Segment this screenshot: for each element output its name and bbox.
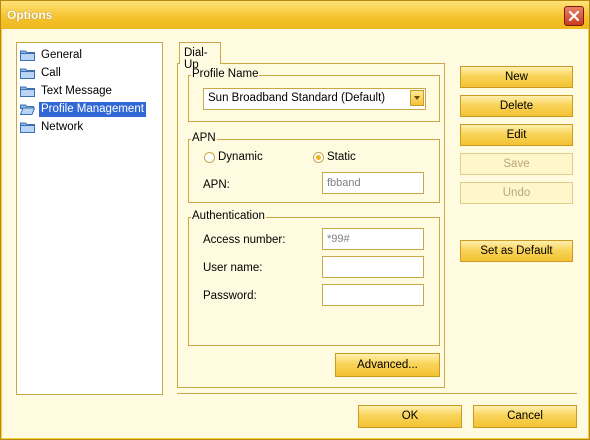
apn-label: APN:: [203, 179, 230, 191]
tree-item-text-message[interactable]: Text Message: [20, 83, 114, 99]
authentication-legend: Authentication: [191, 210, 266, 222]
advanced-button-label: Advanced...: [357, 359, 418, 371]
title-bar[interactable]: Options: [1, 1, 589, 29]
edit-button[interactable]: Edit: [460, 124, 573, 146]
chevron-down-icon: [414, 96, 420, 100]
divider: [177, 393, 577, 394]
new-button-label: New: [504, 71, 528, 83]
save-button-label: Save: [503, 158, 530, 170]
tree-item-label: Network: [41, 120, 84, 133]
tree-item-call[interactable]: Call: [20, 65, 63, 81]
apn-group: APN Dynamic Static APN: fbband: [188, 132, 440, 203]
tree-item-profile-management[interactable]: Profile Management: [20, 101, 146, 117]
edit-button-label: Edit: [506, 129, 527, 141]
access-number-field[interactable]: *99#: [322, 228, 424, 250]
tab-dial-up[interactable]: Dial-Up: [179, 42, 221, 71]
dynamic-radio-label: Dynamic: [218, 151, 263, 163]
undo-button-label: Undo: [502, 187, 531, 199]
access-number-label: Access number:: [203, 234, 286, 246]
radio-circle-selected: [313, 151, 324, 163]
dialog-body: General Call Text Message Profile Manage…: [2, 29, 588, 438]
folder-icon: [20, 86, 35, 97]
tree-item-label: Profile Management: [39, 101, 146, 117]
folder-icon: [20, 68, 35, 79]
cancel-button-label: Cancel: [507, 410, 543, 422]
tree-item-general[interactable]: General: [20, 47, 84, 63]
folder-icon: [20, 122, 35, 133]
static-radio[interactable]: Static: [313, 151, 356, 163]
window-title: Options: [7, 8, 53, 22]
set-as-default-button[interactable]: Set as Default: [460, 240, 573, 262]
delete-button-label: Delete: [499, 100, 534, 112]
tree-item-label: Call: [41, 66, 61, 79]
close-icon: [568, 10, 580, 22]
access-number-value: *99#: [327, 233, 350, 245]
undo-button[interactable]: Undo: [460, 182, 573, 204]
dropdown-button[interactable]: [410, 90, 424, 106]
advanced-button[interactable]: Advanced...: [335, 353, 440, 377]
save-button[interactable]: Save: [460, 153, 573, 175]
tree-item-label: Text Message: [41, 84, 112, 97]
apn-legend: APN: [191, 132, 217, 144]
user-name-label: User name:: [203, 262, 263, 274]
password-field[interactable]: [322, 284, 424, 306]
new-button[interactable]: New: [460, 66, 573, 88]
apn-field[interactable]: fbband: [322, 172, 424, 194]
open-folder-icon: [20, 104, 35, 115]
profile-name-group: Profile Name Sun Broadband Standard (Def…: [188, 68, 440, 122]
set-as-default-button-label: Set as Default: [480, 245, 553, 257]
tab-dial-up-label: Dial-Up: [184, 47, 208, 71]
static-radio-label: Static: [327, 151, 356, 163]
profile-select-value: Sun Broadband Standard (Default): [208, 92, 386, 104]
authentication-group: Authentication Access number: *99# User …: [188, 210, 440, 346]
dynamic-radio[interactable]: Dynamic: [204, 151, 263, 163]
delete-button[interactable]: Delete: [460, 95, 573, 117]
profile-select[interactable]: Sun Broadband Standard (Default): [203, 88, 426, 110]
cancel-button[interactable]: Cancel: [473, 405, 577, 428]
options-window: Options General Call Text Message Profil…: [0, 0, 590, 440]
ok-button-label: OK: [401, 410, 419, 422]
user-name-field[interactable]: [322, 256, 424, 278]
folder-icon: [20, 50, 35, 61]
apn-field-value: fbband: [327, 177, 361, 189]
radio-circle: [204, 151, 215, 163]
close-button[interactable]: [564, 6, 584, 26]
dial-up-tab-panel: Profile Name Sun Broadband Standard (Def…: [177, 63, 445, 388]
password-label: Password:: [203, 290, 257, 302]
tree-item-label: General: [41, 48, 82, 61]
ok-button[interactable]: OK: [358, 405, 462, 428]
category-tree[interactable]: General Call Text Message Profile Manage…: [16, 42, 163, 395]
tree-item-network[interactable]: Network: [20, 119, 85, 135]
